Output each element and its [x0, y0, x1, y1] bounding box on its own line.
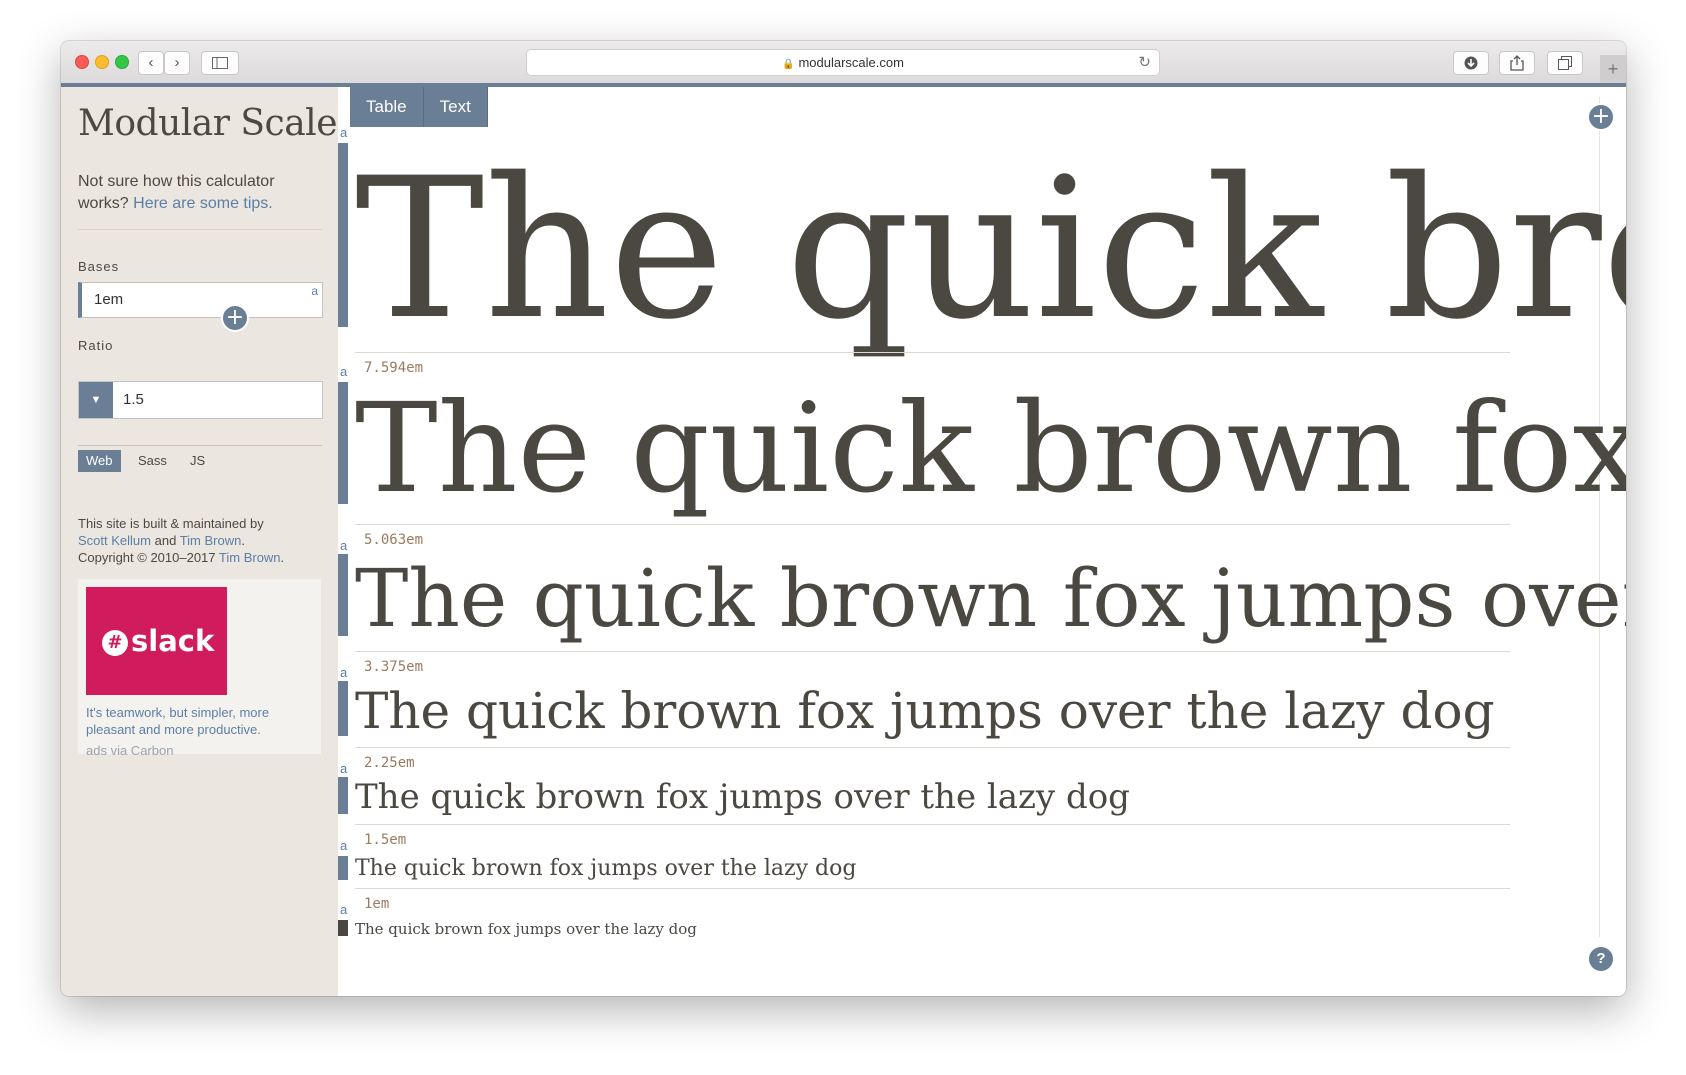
size-label: 1em [364, 896, 390, 912]
credits-line: This site is built & maintained by [78, 516, 264, 531]
output-tabs: Web Sass JS [78, 445, 322, 472]
credits: This site is built & maintained by Scott… [78, 516, 285, 565]
browser-window: ‹ › 🔒 modularscale.com ↻ + Modular Scale … [61, 41, 1626, 996]
share-button[interactable] [1499, 51, 1535, 75]
help-tip: Not sure how this calculator works? Here… [78, 171, 303, 215]
tab-web[interactable]: Web [78, 450, 121, 472]
new-tab-button[interactable]: + [1600, 55, 1626, 83]
row-marker: a [340, 665, 348, 680]
slack-brand: slack [131, 624, 215, 658]
minimize-window-button[interactable] [95, 55, 109, 69]
chevron-right-icon: › [174, 54, 180, 71]
bases-marker: a [311, 284, 318, 298]
scale-row: a 11.391em The quick brown fox jumps ove… [338, 87, 1626, 387]
size-label: 5.063em [364, 532, 424, 548]
sample-text: The quick brown fox jumps over the lazy … [355, 377, 1626, 521]
sample-text: The quick brown fox jumps over the lazy … [355, 552, 1626, 645]
share-icon [1510, 55, 1524, 71]
back-button[interactable]: ‹ [138, 51, 164, 75]
slack-ad-image[interactable]: # slack [86, 587, 227, 695]
author-link-tim[interactable]: Tim Brown [180, 533, 242, 548]
address-bar[interactable]: 🔒 modularscale.com ↻ [526, 49, 1160, 76]
size-bar [338, 143, 348, 327]
help-button[interactable]: ? [1587, 945, 1615, 973]
scale-preview: a 11.391em The quick brown fox jumps ove… [338, 87, 1626, 996]
copyright-text: Copyright © 2010–2017 [78, 550, 216, 565]
size-bar [338, 554, 348, 636]
reload-icon[interactable]: ↻ [1138, 50, 1151, 75]
row-marker: a [340, 364, 348, 379]
browser-toolbar: ‹ › 🔒 modularscale.com ↻ + [61, 41, 1626, 84]
sample-text: The quick brown fox jumps over the lazy … [355, 920, 697, 938]
tabs-icon [1558, 56, 1572, 70]
size-bar [338, 681, 348, 736]
caret-down-icon: ▼ [90, 394, 102, 406]
ad-text[interactable]: It's teamwork, but simpler, more pleasan… [86, 704, 311, 738]
sample-text: The quick brown fox jumps over the lazy … [355, 856, 857, 881]
bases-label: Bases [78, 259, 120, 274]
plus-icon: + [1591, 104, 1611, 129]
add-base-button[interactable]: + [221, 304, 249, 332]
sample-text: The quick brown fox jumps over the lazy … [355, 136, 1626, 362]
bases-input[interactable]: 1em a [78, 282, 323, 318]
view-tabs: Table Text [350, 87, 488, 127]
downloads-button[interactable] [1453, 51, 1489, 75]
scale-row: a 7.594em The quick brown fox jumps over… [338, 352, 1626, 525]
close-window-button[interactable] [75, 55, 89, 69]
ratio-input[interactable]: ▼ 1.5 [78, 381, 323, 419]
slack-hash-icon: # [102, 630, 128, 656]
scale-row: a 1.5em The quick brown fox jumps over t… [338, 824, 1610, 889]
author-link-scott[interactable]: Scott Kellum [78, 533, 151, 548]
row-marker: a [340, 125, 348, 140]
url-text: modularscale.com [798, 55, 904, 70]
zoom-window-button[interactable] [115, 55, 129, 69]
size-bar [338, 777, 348, 814]
sidebar: Modular Scale Not sure how this calculat… [61, 87, 338, 996]
sidebar-icon [212, 57, 228, 69]
scale-row: a 1em The quick brown fox jumps over the… [338, 888, 1610, 996]
plus-icon: + [1607, 59, 1619, 79]
site-title: Modular Scale [78, 103, 338, 144]
size-label: 3.375em [364, 659, 424, 675]
plus-icon: + [225, 305, 245, 330]
slack-logo: # slack [102, 624, 214, 658]
forward-button[interactable]: › [164, 51, 190, 75]
divider [78, 229, 322, 230]
scale-row: a 3.375em The quick brown fox jumps over… [338, 651, 1610, 748]
sample-text: The quick brown fox jumps over the lazy … [355, 682, 1495, 740]
download-icon [1464, 56, 1478, 70]
sidebar-toggle-button[interactable] [201, 51, 239, 75]
lock-icon: 🔒 [782, 59, 795, 70]
row-marker: a [340, 538, 348, 553]
tips-link[interactable]: Here are some tips. [133, 195, 273, 212]
size-bar [338, 856, 348, 880]
ratio-value: 1.5 [123, 391, 144, 408]
tabs-overview-button[interactable] [1547, 51, 1583, 75]
size-label: 1.5em [364, 832, 407, 848]
sample-text: The quick brown fox jumps over the lazy … [355, 777, 1130, 817]
copyright-link-tim[interactable]: Tim Brown [219, 550, 281, 565]
size-bar [338, 382, 348, 504]
scale-row: a 2.25em The quick brown fox jumps over … [338, 747, 1610, 825]
carbon-ad[interactable]: # slack It's teamwork, but simpler, more … [78, 579, 321, 758]
bases-value: 1em [94, 291, 124, 308]
chevron-left-icon: ‹ [148, 54, 154, 71]
row-marker: a [340, 838, 348, 853]
tab-js[interactable]: JS [190, 450, 205, 472]
tab-text[interactable]: Text [424, 87, 488, 127]
size-bar [338, 920, 348, 936]
ad-via-link[interactable]: ads via Carbon [86, 743, 173, 758]
tab-table[interactable]: Table [350, 87, 424, 127]
tab-sass[interactable]: Sass [138, 450, 167, 472]
row-marker: a [340, 761, 348, 776]
row-marker: a [340, 902, 348, 917]
question-icon: ? [1596, 950, 1606, 967]
size-label: 2.25em [364, 755, 415, 771]
credits-and: and [154, 533, 177, 548]
ratio-label: Ratio [78, 338, 114, 353]
scale-row: a 5.063em The quick brown fox jumps over… [338, 524, 1626, 652]
ratio-dropdown-button[interactable]: ▼ [79, 382, 113, 418]
add-row-button[interactable]: + [1587, 103, 1615, 131]
